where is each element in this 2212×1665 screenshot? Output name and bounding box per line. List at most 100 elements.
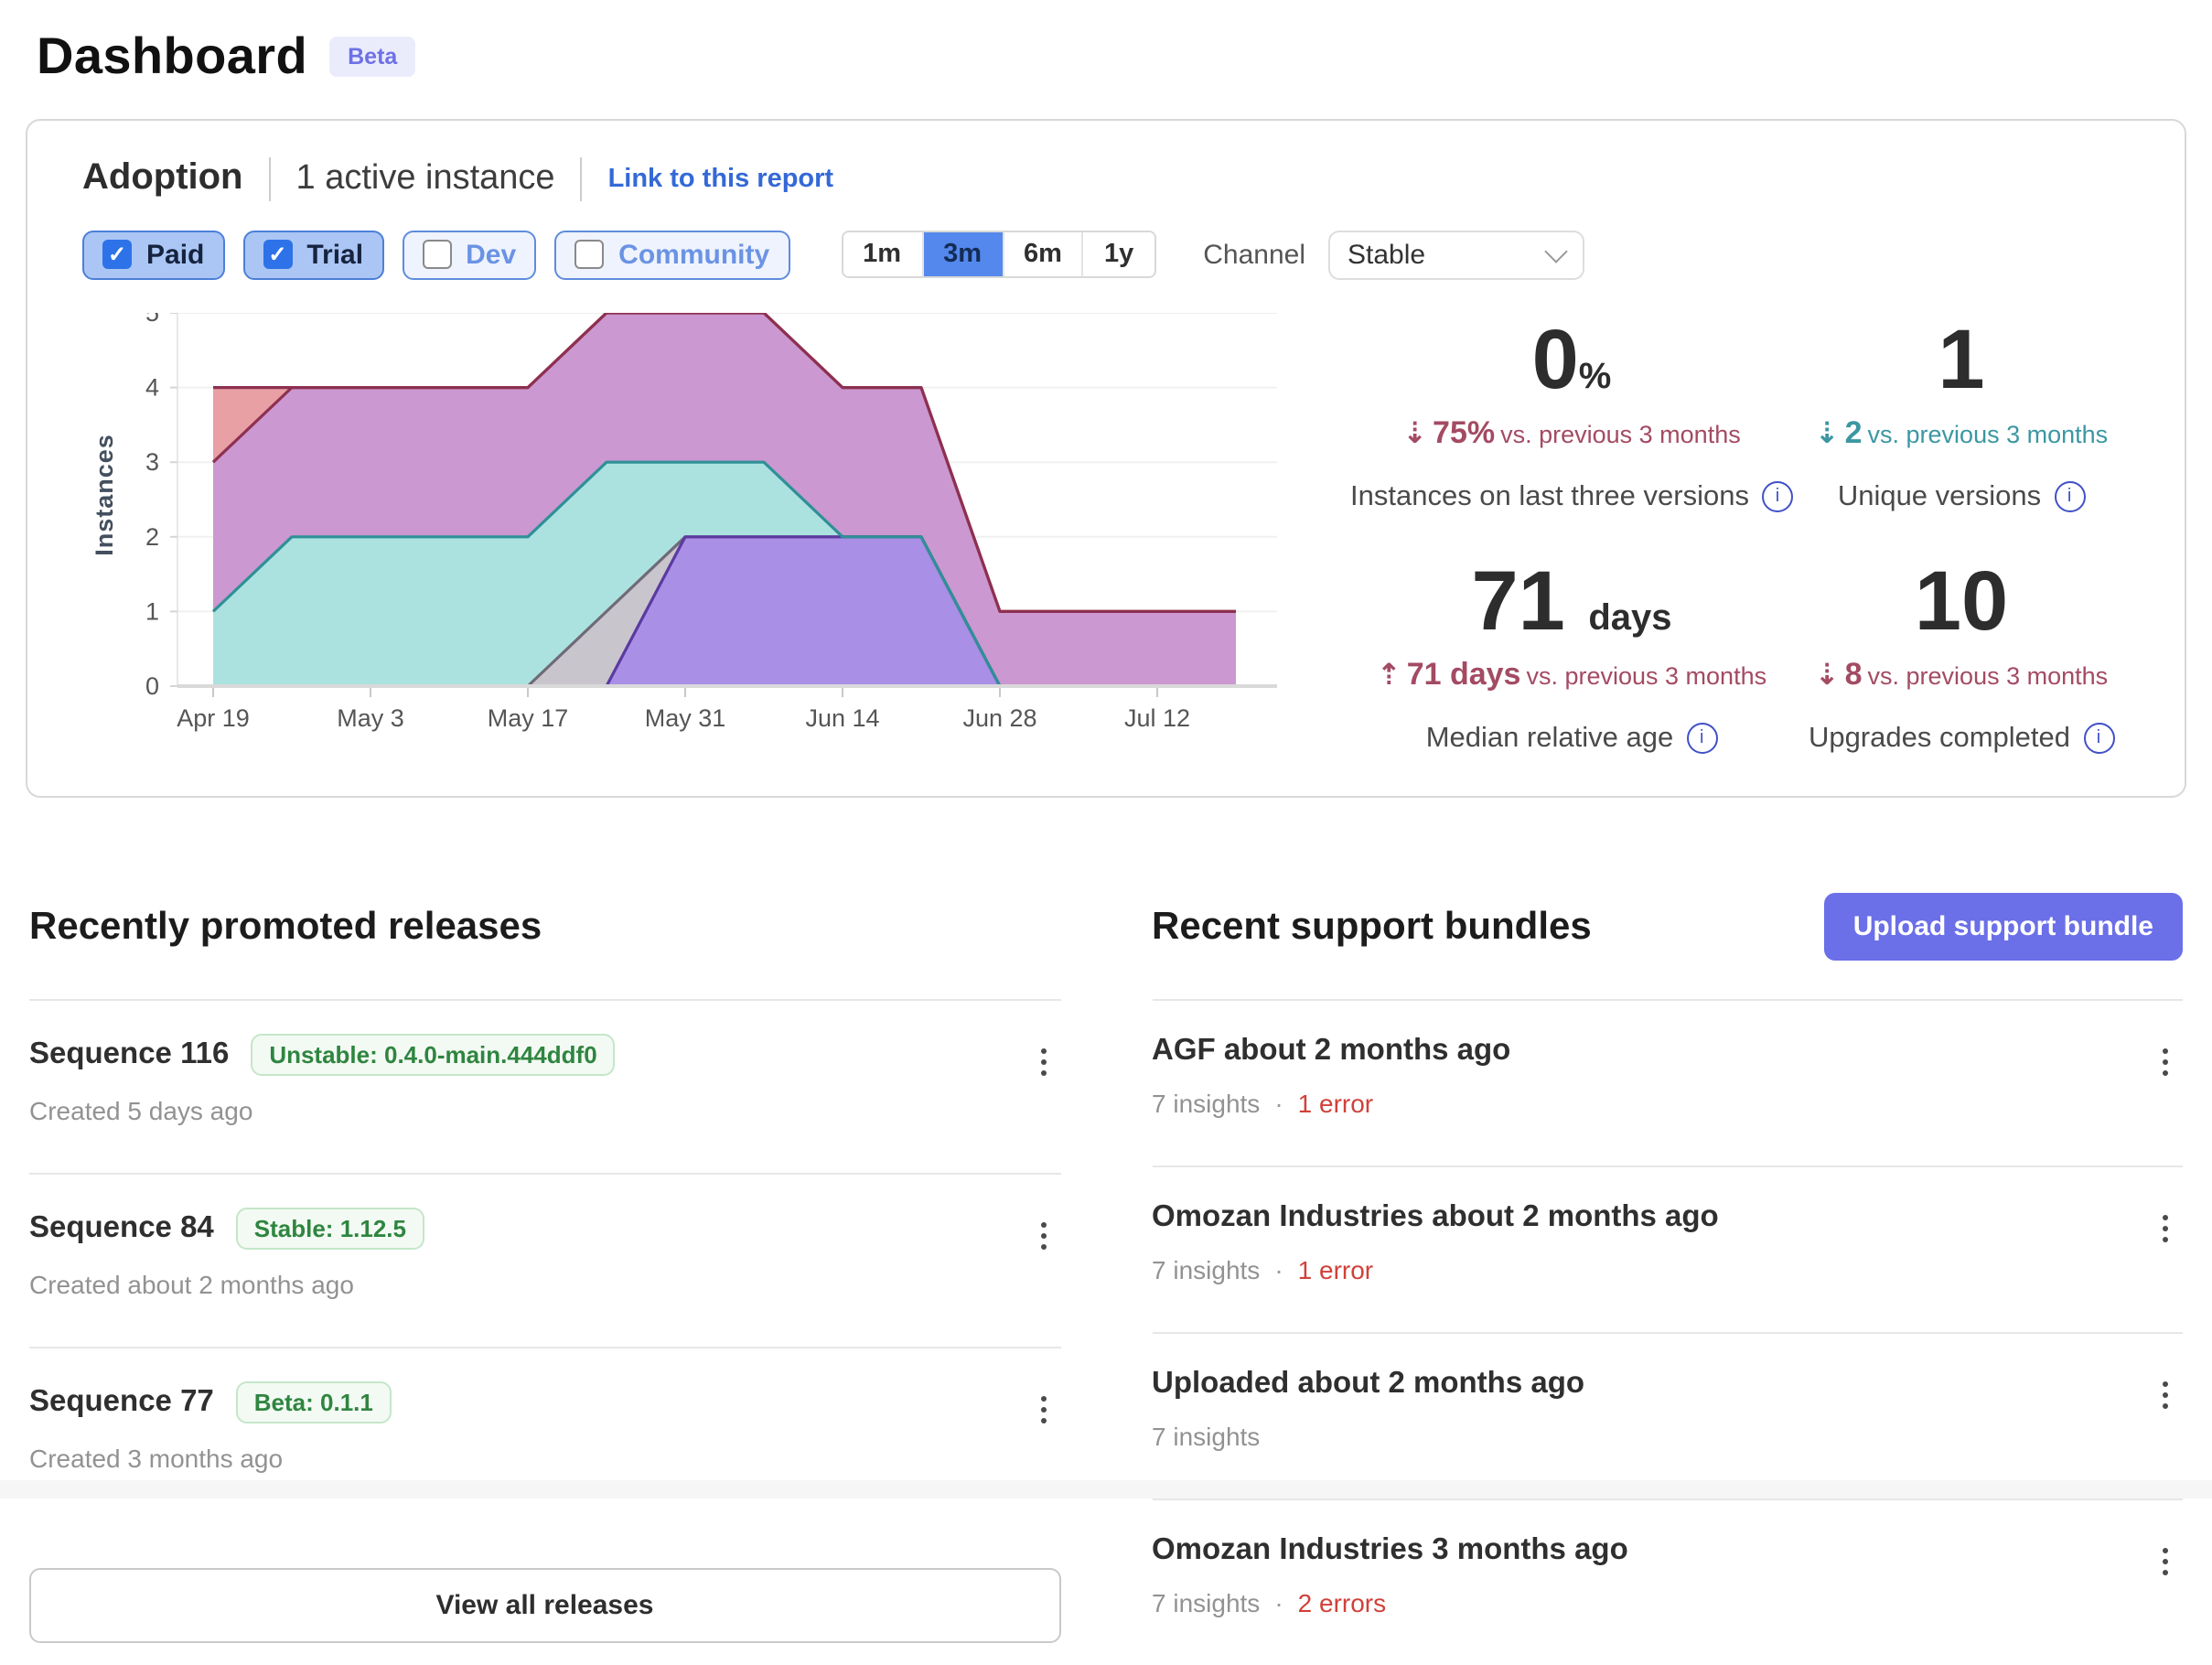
adoption-title: Adoption <box>82 158 243 200</box>
release-row[interactable]: Sequence 116 Unstable: 0.4.0-main.444ddf… <box>29 1001 1060 1173</box>
kebab-menu-icon[interactable] <box>1033 1041 1053 1083</box>
stat-instances-last-three-versions: 0% ⇣75%vs. previous 3 months Instances o… <box>1350 317 1793 514</box>
view-all-releases-button[interactable]: View all releases <box>29 1568 1060 1643</box>
time-range-segmented-control: 1m 3m 6m 1y <box>841 231 1155 279</box>
separator <box>581 157 583 201</box>
dot-separator: · <box>1274 1588 1283 1617</box>
y-axis-title: Instances <box>91 422 118 568</box>
stat-label: Instances on last three versions <box>1350 481 1749 514</box>
info-icon[interactable]: i <box>1762 482 1793 513</box>
bottom-sections: Recently promoted releases Sequence 116 … <box>0 893 2212 1665</box>
chevron-down-icon <box>1543 240 1566 263</box>
filter-community[interactable]: Community <box>554 231 789 280</box>
kebab-menu-icon[interactable] <box>1033 1389 1053 1431</box>
adoption-chart: Apr 19May 3May 17May 31Jun 14Jun 28Jul 1… <box>119 313 1277 734</box>
chart-and-stats: Instances Apr 19May 3May 17May 31Jun 14J… <box>82 313 2130 756</box>
separator <box>269 157 271 201</box>
channel-select[interactable]: Stable <box>1327 231 1584 280</box>
svg-text:Apr 19: Apr 19 <box>177 704 250 732</box>
svg-text:Jul 12: Jul 12 <box>1124 704 1190 732</box>
upload-support-bundle-button[interactable]: Upload support bundle <box>1824 894 2183 961</box>
info-icon[interactable]: i <box>1686 724 1717 755</box>
stat-value: 1 <box>1938 311 1984 406</box>
bundle-row[interactable]: Omozan Industries 3 months ago 7 insight… <box>1152 1500 2183 1665</box>
checkbox-checked-icon[interactable]: ✓ <box>102 241 132 270</box>
bundle-row[interactable]: Uploaded about 2 months ago 7 insights <box>1152 1334 2183 1498</box>
svg-text:May 3: May 3 <box>337 704 404 732</box>
range-3m[interactable]: 3m <box>923 233 1004 277</box>
filter-dev[interactable]: Dev <box>402 231 536 280</box>
release-badge: Unstable: 0.4.0-main.444ddf0 <box>251 1034 615 1076</box>
stat-upgrades-completed: 10 ⇣8vs. previous 3 months Upgrades comp… <box>1793 558 2130 756</box>
delta-value: 71 days <box>1407 657 1521 692</box>
svg-text:3: 3 <box>145 448 159 476</box>
bundle-title: Omozan Industries 3 months ago <box>1152 1533 1628 1568</box>
delta-suffix: vs. previous 3 months <box>1500 421 1741 448</box>
svg-text:May 17: May 17 <box>488 704 569 732</box>
svg-text:0: 0 <box>145 672 159 700</box>
bundle-errors: 1 error <box>1298 1089 1373 1118</box>
filters-row: ✓ Paid ✓ Trial Dev Community 1m 3m 6m 1y <box>82 231 2130 280</box>
svg-text:5: 5 <box>145 313 159 327</box>
kebab-menu-icon[interactable] <box>2155 1208 2175 1250</box>
range-1y[interactable]: 1y <box>1084 233 1154 277</box>
checkbox-checked-icon[interactable]: ✓ <box>263 241 292 270</box>
stat-median-relative-age: 71 days ⇡71 daysvs. previous 3 months Me… <box>1350 558 1793 756</box>
bundle-title: Omozan Industries about 2 months ago <box>1152 1200 1719 1235</box>
stat-value: 10 <box>1915 553 2008 648</box>
checkbox-unchecked-icon[interactable] <box>422 241 451 270</box>
kebab-menu-icon[interactable] <box>2155 1541 2175 1583</box>
bundle-title: AGF about 2 months ago <box>1152 1034 1510 1069</box>
filter-label: Trial <box>306 240 363 271</box>
bundle-row[interactable]: AGF about 2 months ago 7 insights · 1 er… <box>1152 1001 2183 1166</box>
filter-label: Dev <box>466 240 516 271</box>
beta-badge: Beta <box>329 37 415 77</box>
delta-suffix: vs. previous 3 months <box>1868 421 2109 448</box>
release-row[interactable]: Sequence 84 Stable: 1.12.5 Created about… <box>29 1175 1060 1347</box>
link-to-report[interactable]: Link to this report <box>608 165 834 194</box>
channel-control: Channel Stable <box>1203 231 1584 280</box>
range-1m[interactable]: 1m <box>843 233 923 277</box>
release-created: Created 3 months ago <box>29 1444 1060 1473</box>
trend-down-icon: ⇣ <box>1815 415 1840 450</box>
delta-suffix: vs. previous 3 months <box>1868 662 2109 690</box>
adoption-card: Adoption 1 active instance Link to this … <box>26 119 2186 798</box>
delta-suffix: vs. previous 3 months <box>1526 662 1766 690</box>
release-created: Created about 2 months ago <box>29 1270 1060 1299</box>
kebab-menu-icon[interactable] <box>2155 1041 2175 1083</box>
info-icon[interactable]: i <box>2083 724 2114 755</box>
filter-trial[interactable]: ✓ Trial <box>242 231 383 280</box>
bundle-title: Uploaded about 2 months ago <box>1152 1367 1584 1402</box>
release-title: Sequence 77 <box>29 1385 214 1420</box>
svg-text:May 31: May 31 <box>645 704 726 732</box>
bundles-heading: Recent support bundles <box>1152 906 1592 950</box>
trend-down-icon: ⇣ <box>1402 415 1427 450</box>
range-6m[interactable]: 6m <box>1004 233 1084 277</box>
page-header: Dashboard Beta <box>0 0 2212 86</box>
svg-text:4: 4 <box>145 373 159 401</box>
adoption-chart-block: Instances Apr 19May 3May 17May 31Jun 14J… <box>82 313 1277 756</box>
bundle-insights: 7 insights <box>1152 1422 1260 1451</box>
delta-value: 75% <box>1433 415 1495 450</box>
filter-paid[interactable]: ✓ Paid <box>82 231 224 280</box>
kebab-menu-icon[interactable] <box>1033 1215 1053 1257</box>
bundle-insights: 7 insights <box>1152 1089 1260 1118</box>
filter-label: Paid <box>146 240 204 271</box>
stat-unit: % <box>1579 357 1612 397</box>
stat-unique-versions: 1 ⇣2vs. previous 3 months Unique version… <box>1793 317 2130 514</box>
stat-value: 71 <box>1471 553 1564 648</box>
dashboard-page: Dashboard Beta Adoption 1 active instanc… <box>0 0 2212 1498</box>
svg-text:1: 1 <box>145 597 159 625</box>
stat-label: Unique versions <box>1838 481 2041 514</box>
kebab-menu-icon[interactable] <box>2155 1374 2175 1416</box>
info-icon[interactable]: i <box>2054 482 2085 513</box>
stats-grid: 0% ⇣75%vs. previous 3 months Instances o… <box>1277 313 2130 756</box>
support-bundles-section: Recent support bundles Upload support bu… <box>1152 893 2183 1665</box>
dot-separator: · <box>1274 1255 1283 1284</box>
bundle-row[interactable]: Omozan Industries about 2 months ago 7 i… <box>1152 1167 2183 1332</box>
bundle-insights: 7 insights <box>1152 1588 1260 1617</box>
svg-text:2: 2 <box>145 522 159 550</box>
svg-text:Jun 28: Jun 28 <box>962 704 1036 732</box>
checkbox-unchecked-icon[interactable] <box>574 241 604 270</box>
trend-down-icon: ⇣ <box>1815 657 1840 692</box>
